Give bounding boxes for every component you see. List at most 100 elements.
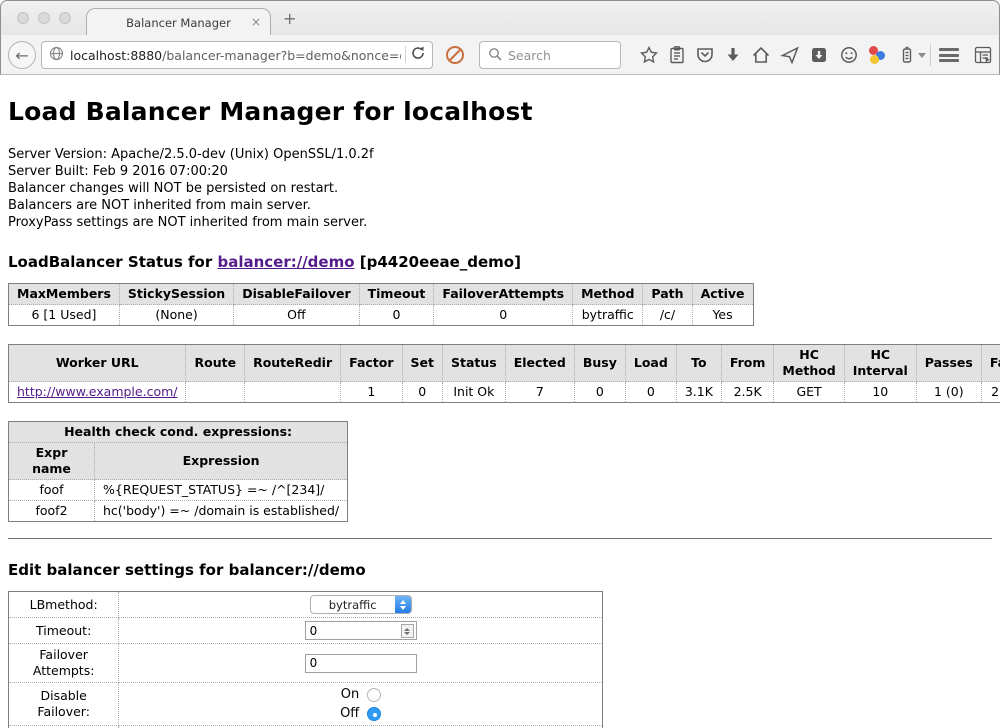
table-cell: 2 (0) <box>981 382 1000 403</box>
expr-name-cell: foof <box>9 480 95 501</box>
lbmethod-cell: bytraffic <box>119 592 603 618</box>
table-cell: 1 <box>341 382 402 403</box>
table-cell: 0 <box>574 382 625 403</box>
timeout-cell <box>119 618 603 644</box>
table-cell: 0 <box>359 305 434 326</box>
balancer-demo-link[interactable]: balancer://demo <box>217 253 354 271</box>
number-spinner-icon[interactable] <box>401 624 414 638</box>
edit-settings-heading: Edit balancer settings for balancer://de… <box>8 561 992 579</box>
select-stepper-icon <box>395 595 411 614</box>
table-header-cell: Timeout <box>359 284 434 305</box>
dropdown-caret-icon[interactable] <box>918 53 926 58</box>
table-cell: 1 (0) <box>916 382 981 403</box>
status-heading-prefix: LoadBalancer Status for <box>8 253 217 271</box>
inherit-note-line: Balancers are NOT inherited from main se… <box>8 197 992 214</box>
star-icon[interactable] <box>639 45 659 65</box>
table-cell: 7 <box>505 382 574 403</box>
expr-name-cell: foof2 <box>9 501 95 522</box>
table-header-cell: DisableFailover <box>234 284 359 305</box>
tab-title: Balancer Manager <box>126 16 231 30</box>
table-cell <box>245 382 341 403</box>
balancer-header-row: MaxMembersStickySessionDisableFailoverTi… <box>9 284 754 305</box>
menu-icon[interactable] <box>939 48 959 62</box>
persist-note-line: Balancer changes will NOT be persisted o… <box>8 180 992 197</box>
health-title-row: Health check cond. expressions: <box>9 422 348 443</box>
titlebar: Balancer Manager × + <box>0 0 1000 35</box>
worker-header-row: Worker URLRouteRouteRedirFactorSetStatus… <box>9 345 1000 382</box>
tab-close-icon[interactable]: × <box>251 15 261 29</box>
blocked-icon[interactable] <box>445 45 465 69</box>
zoom-window-button[interactable] <box>59 12 71 24</box>
back-button[interactable]: ← <box>8 41 36 69</box>
table-header-cell: Set <box>402 345 442 382</box>
disable-failover-row: Disable Failover: On Off <box>9 683 603 726</box>
expression-cell: hc('body') =~ /domain is established/ <box>95 501 348 522</box>
health-row-foof: foof %{REQUEST_STATUS} =~ /^[234]/ <box>9 480 348 501</box>
failover-attempts-input[interactable] <box>305 654 417 673</box>
table-header-cell: Method <box>573 284 643 305</box>
minimize-window-button[interactable] <box>38 12 50 24</box>
send-tab-icon[interactable] <box>780 45 800 65</box>
table-header-cell: From <box>721 345 774 382</box>
worker-url-cell: http://www.example.com/ <box>9 382 186 403</box>
lbmethod-row: LBmethod: bytraffic <box>9 592 603 618</box>
expression-cell: %{REQUEST_STATUS} =~ /^[234]/ <box>95 480 348 501</box>
lbmethod-select[interactable]: bytraffic <box>310 595 412 614</box>
worker-url-link[interactable]: http://www.example.com/ <box>17 384 177 399</box>
close-window-button[interactable] <box>17 12 29 24</box>
reload-icon[interactable] <box>410 45 426 65</box>
radio-off[interactable] <box>367 707 381 721</box>
feedback-smiley-icon[interactable] <box>839 45 859 65</box>
table-cell: /c/ <box>643 305 692 326</box>
url-path: /balancer-manager?b=demo&nonce=decc37be-… <box>162 48 401 63</box>
home-icon[interactable] <box>751 45 771 65</box>
new-tab-button[interactable]: + <box>283 11 296 27</box>
server-version-line: Server Version: Apache/2.5.0-dev (Unix) … <box>8 146 992 163</box>
url-bar[interactable]: localhost:8880/balancer-manager?b=demo&n… <box>41 41 433 69</box>
balancer-status-table: MaxMembersStickySessionDisableFailoverTi… <box>8 283 754 326</box>
table-cell: 0 <box>434 305 573 326</box>
table-header-cell: MaxMembers <box>9 284 120 305</box>
disable-failover-label: Disable Failover: <box>9 683 119 726</box>
radio-on[interactable] <box>367 688 381 702</box>
table-header-cell: Status <box>443 345 506 382</box>
table-header-cell: Passes <box>916 345 981 382</box>
page-tools-icon[interactable] <box>973 45 993 65</box>
table-header-cell: HC Interval <box>844 345 916 382</box>
health-header-row: Expr name Expression <box>9 443 348 480</box>
tab-balancer-manager[interactable]: Balancer Manager × <box>86 8 271 36</box>
clipboard-icon[interactable] <box>667 45 687 65</box>
table-cell: 0 <box>402 382 442 403</box>
table-header-cell: HC Method <box>774 345 844 382</box>
table-header-cell: Busy <box>574 345 625 382</box>
table-header-cell: Path <box>643 284 692 305</box>
failover-attempts-cell <box>119 644 603 683</box>
downloads-icon[interactable] <box>723 45 743 65</box>
browser-window: Balancer Manager × + ← localhost:8880/ba… <box>0 0 1000 728</box>
health-table-title: Health check cond. expressions: <box>9 422 348 443</box>
server-built-line: Server Built: Feb 9 2016 07:00:20 <box>8 163 992 180</box>
table-cell: 0 <box>625 382 676 403</box>
table-header-cell: Route <box>186 345 245 382</box>
failover-attempts-label: Failover Attempts: <box>9 644 119 683</box>
table-cell: 2.5K <box>721 382 774 403</box>
url-domain: localhost:8880 <box>70 48 162 63</box>
table-header-cell: To <box>676 345 721 382</box>
panel-download-icon[interactable] <box>809 45 829 65</box>
battery-icon[interactable] <box>897 45 917 65</box>
globe-icon <box>49 46 64 65</box>
pocket-icon[interactable] <box>695 45 715 65</box>
health-check-table: Health check cond. expressions: Expr nam… <box>8 421 348 522</box>
table-cell: Init Ok <box>443 382 506 403</box>
search-input[interactable]: Search <box>479 41 621 69</box>
table-cell: Yes <box>692 305 753 326</box>
expr-name-header: Expr name <box>9 443 95 480</box>
colors-icon[interactable] <box>867 45 887 65</box>
radio-off-label: Off <box>340 706 359 722</box>
balancer-value-row: 6 [1 Used](None)Off00bytraffic/c/Yes <box>9 305 754 326</box>
search-placeholder: Search <box>508 48 551 63</box>
proxypass-note-line: ProxyPass settings are NOT inherited fro… <box>8 214 992 231</box>
urlbar-separator <box>405 46 406 64</box>
balancer-settings-form: LBmethod: bytraffic Timeout: <box>8 591 603 728</box>
server-info: Server Version: Apache/2.5.0-dev (Unix) … <box>8 146 992 231</box>
